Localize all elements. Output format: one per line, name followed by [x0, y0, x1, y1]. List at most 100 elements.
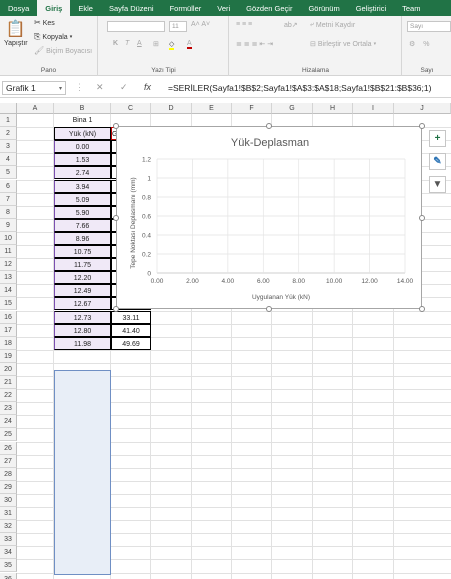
tab-6[interactable]: Gözden Geçir: [238, 0, 300, 16]
row-header[interactable]: 14: [0, 284, 17, 298]
row-header[interactable]: 30: [0, 493, 17, 507]
row-header[interactable]: 11: [0, 245, 17, 259]
font-color-button[interactable]: A: [187, 40, 192, 49]
x-axis-title[interactable]: Uygulanan Yük (kN): [252, 294, 310, 301]
row-header[interactable]: 35: [0, 559, 17, 573]
row-header[interactable]: 28: [0, 467, 17, 481]
row-header[interactable]: 21: [0, 376, 17, 390]
row-header[interactable]: 12: [0, 258, 17, 272]
tab-1[interactable]: Giriş: [37, 0, 71, 16]
tab-3[interactable]: Sayfa Düzeni: [101, 0, 162, 16]
tab-4[interactable]: Formüller: [162, 0, 210, 16]
resize-handle[interactable]: [266, 306, 272, 312]
orientation-button[interactable]: ab↗: [284, 21, 298, 29]
row-header[interactable]: 17: [0, 323, 17, 337]
brush-icon[interactable]: ✎: [429, 153, 446, 170]
row-header[interactable]: 22: [0, 389, 17, 403]
column-header-e[interactable]: E: [192, 103, 232, 114]
table-cell-load[interactable]: 5.90: [54, 205, 111, 219]
row-header[interactable]: 10: [0, 231, 17, 245]
table-cell-load[interactable]: 1.53: [54, 153, 111, 167]
font-size-box[interactable]: 11: [169, 21, 187, 32]
table-cell-load[interactable]: 12.20: [54, 271, 111, 285]
row-header[interactable]: 6: [0, 179, 17, 193]
tab-9[interactable]: Team: [394, 0, 428, 16]
fill-color-button[interactable]: ◇: [169, 40, 175, 50]
filter-icon[interactable]: ▼: [429, 176, 446, 193]
tab-8[interactable]: Geliştirici: [348, 0, 394, 16]
formula-input[interactable]: =SERİLER(Sayfa1!$B$2;Sayfa1!$A$3:$A$18;S…: [168, 81, 451, 95]
row-header[interactable]: 27: [0, 454, 17, 468]
row-header[interactable]: 7: [0, 192, 17, 206]
paste-button[interactable]: 📋 Yapıştır: [4, 22, 28, 48]
cancel-icon[interactable]: ✕: [96, 82, 104, 93]
row-header[interactable]: 34: [0, 546, 17, 560]
row-header[interactable]: 5: [0, 166, 17, 180]
header-cell-load[interactable]: Yük (kN): [54, 127, 111, 141]
table-cell-displacement[interactable]: 49.69: [111, 336, 151, 350]
sheet-title-cell[interactable]: Bina 1: [54, 114, 111, 127]
column-header-i[interactable]: I: [353, 103, 394, 114]
bold-button[interactable]: K: [113, 40, 118, 47]
table-cell-load[interactable]: 11.98: [54, 336, 111, 350]
merge-center-button[interactable]: ⊟ Birleştir ve Ortala ▾: [310, 40, 376, 49]
font-name-box[interactable]: [107, 21, 165, 32]
chart-title[interactable]: Yük-Deplasman: [231, 137, 309, 149]
row-header[interactable]: 29: [0, 480, 17, 494]
table-cell-load[interactable]: 12.80: [54, 323, 111, 337]
plus-icon[interactable]: +: [429, 130, 446, 147]
row-header[interactable]: 25: [0, 428, 17, 442]
column-header-b[interactable]: B: [54, 103, 111, 114]
percent-button[interactable]: %: [423, 41, 429, 48]
tab-0[interactable]: Dosya: [0, 0, 37, 16]
row-header[interactable]: 19: [0, 349, 17, 363]
column-header-d[interactable]: D: [151, 103, 192, 114]
resize-handle[interactable]: [419, 214, 425, 221]
table-cell-displacement[interactable]: 41.40: [111, 323, 151, 337]
row-header[interactable]: 36: [0, 572, 17, 579]
column-header-h[interactable]: H: [313, 103, 353, 114]
table-cell-load[interactable]: 12.67: [54, 297, 111, 311]
table-cell-load[interactable]: 12.49: [54, 284, 111, 298]
resize-handle[interactable]: [266, 123, 272, 129]
column-header-c[interactable]: C: [111, 103, 151, 114]
row-header[interactable]: 4: [0, 153, 17, 167]
row-header[interactable]: 32: [0, 520, 17, 534]
row-header[interactable]: 20: [0, 362, 17, 376]
resize-handle[interactable]: [419, 123, 425, 129]
row-header[interactable]: 1: [0, 114, 17, 128]
format-painter-button[interactable]: 🖌 Biçim Boyacısı: [34, 47, 92, 55]
y-axis-title[interactable]: Tepe Noktası Deplasmanı (mm): [130, 177, 137, 268]
row-header[interactable]: 33: [0, 533, 17, 547]
tab-2[interactable]: Ekle: [70, 0, 101, 16]
chart-object[interactable]: Yük-Deplasman Uygulanan Yük (kN) Tepe No…: [116, 126, 422, 309]
number-format-box[interactable]: Sayı: [407, 21, 451, 32]
row-header[interactable]: 15: [0, 297, 17, 311]
row-header[interactable]: 9: [0, 218, 17, 232]
table-cell-load[interactable]: 8.96: [54, 231, 111, 245]
column-header-a[interactable]: A: [17, 103, 54, 114]
copy-button[interactable]: ⎘ Kopyala ▾: [34, 33, 72, 41]
table-cell-load[interactable]: 12.73: [54, 310, 111, 324]
italic-button[interactable]: T: [125, 40, 129, 47]
resize-handle[interactable]: [113, 214, 119, 221]
insert-function-icon[interactable]: fx: [144, 82, 151, 92]
resize-handle[interactable]: [113, 306, 119, 312]
column-header-j[interactable]: J: [394, 103, 451, 114]
resize-handle[interactable]: [419, 306, 425, 312]
cut-button[interactable]: ✂ Kes: [34, 19, 55, 27]
enter-icon[interactable]: ✓: [120, 82, 128, 93]
select-all-corner[interactable]: [0, 103, 17, 114]
row-header[interactable]: 24: [0, 415, 17, 429]
row-header[interactable]: 8: [0, 205, 17, 219]
align-top-icon[interactable]: ≡ ≡ ≡: [236, 21, 252, 28]
table-cell-displacement[interactable]: 33.11: [111, 310, 151, 324]
selected-range[interactable]: [54, 370, 111, 575]
name-box[interactable]: Grafik 1 ▾: [2, 81, 66, 95]
table-cell-load[interactable]: 3.94: [54, 179, 111, 193]
grow-font-button[interactable]: A˄ A˅: [191, 21, 210, 28]
currency-button[interactable]: ⚙%: [409, 40, 430, 49]
row-header[interactable]: 3: [0, 140, 17, 154]
wrap-text-button[interactable]: ⤶ Metni Kaydır: [310, 21, 355, 29]
row-header[interactable]: 2: [0, 127, 17, 141]
